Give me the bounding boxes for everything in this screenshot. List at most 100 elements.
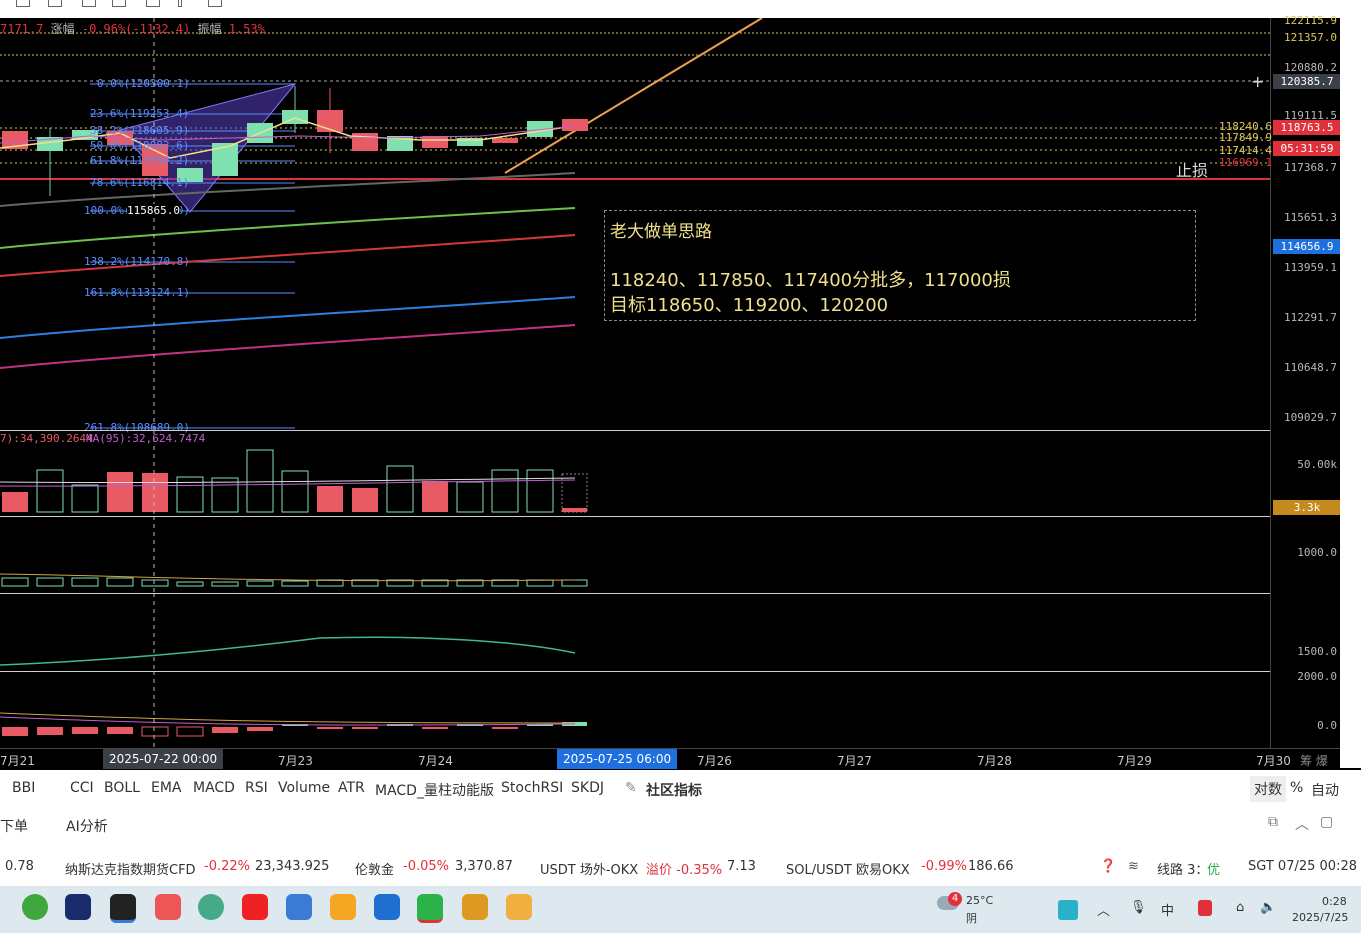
tab-volume[interactable]: Volume	[278, 780, 330, 796]
fib-label: 38.2%(118605.9)	[90, 124, 190, 137]
time-axis[interactable]: 7月21 2025-07-22 00:00 7月23 7月24 2025-07-…	[0, 748, 1340, 771]
order-bar: 下单 AI分析 ⧉ ︿ ▢	[0, 806, 1361, 847]
fib-label: 50.0%(118082.6)	[90, 139, 190, 152]
app-icon[interactable]	[155, 894, 181, 920]
tab-bbi[interactable]: BBI	[12, 780, 35, 796]
tab-macd[interactable]: MACD	[193, 780, 235, 796]
delete-icon[interactable]	[208, 0, 222, 7]
volume-icon[interactable]: 🔈	[1260, 900, 1276, 915]
tab-rsi[interactable]: RSI	[245, 780, 268, 796]
route-label[interactable]: 线路 3：	[1157, 859, 1208, 878]
date-label: 7月24	[418, 754, 453, 768]
app-icon[interactable]	[65, 894, 91, 920]
date-label: 7月28	[977, 754, 1012, 768]
network-icon[interactable]: ⌂	[1236, 900, 1244, 915]
chrome-icon[interactable]	[198, 894, 224, 920]
date-label: 7月26	[697, 754, 732, 768]
tray-app-icon[interactable]	[1058, 900, 1078, 920]
ticker-value: 3,370.87	[455, 859, 513, 874]
indicator-panel-3[interactable]	[0, 593, 1270, 671]
tab-community[interactable]: 社区指标	[646, 780, 702, 800]
clock-time[interactable]: 0:28	[1322, 895, 1347, 908]
log-scale-button[interactable]: 对数	[1250, 776, 1286, 802]
popout-icon[interactable]: ⧉	[1268, 814, 1278, 830]
tab-stochrsi[interactable]: StochRSI	[501, 780, 563, 796]
indicator-3-plot	[0, 593, 576, 671]
chevron-up-icon[interactable]: ︿	[1097, 900, 1110, 919]
volume-panel[interactable]: 7):34,390.2644 MA(95):32,624.7474	[0, 430, 1270, 516]
amplitude-value: 1.53%	[228, 22, 265, 36]
last-price-tag: 118763.5	[1273, 120, 1341, 135]
weather-badge: 4	[948, 892, 962, 906]
ai-analysis-tab[interactable]: AI分析	[66, 816, 108, 836]
indicator-panel-2[interactable]	[0, 516, 1270, 593]
auto-scale-button[interactable]: 自动	[1311, 780, 1339, 800]
tray-app-icon[interactable]	[1198, 900, 1212, 916]
top-toolbar	[0, 0, 1361, 18]
draw-tool-icon[interactable]	[48, 0, 62, 7]
tab-atr[interactable]: ATR	[338, 780, 365, 796]
edge-icon[interactable]	[22, 894, 48, 920]
tab-boll[interactable]: BOLL	[104, 780, 140, 796]
app-icon[interactable]	[286, 894, 312, 920]
ticker-value: 0.78	[5, 859, 34, 874]
amplitude-label: 振幅	[197, 22, 222, 36]
edit-icon[interactable]: ✎	[625, 780, 637, 796]
note-line-targets: 目标118650、119200、120200	[610, 295, 889, 316]
volume-ma95-label: MA(95):32,624.7474	[86, 432, 206, 445]
ticker-bar: 0.78 纳斯达克指数期货CFD -0.22% 23,343.925 伦敦金 -…	[0, 846, 1361, 887]
fib-label: 138.2%(114170.8)	[84, 255, 190, 268]
axis-tick: 2000.0	[1297, 670, 1337, 683]
tab-ema[interactable]: EMA	[151, 780, 182, 796]
draw-tool-icon[interactable]	[16, 0, 30, 7]
ma-price-tag: 114656.9	[1273, 239, 1341, 254]
indicator-tabs: BBI CCI BOLL EMA MACD RSI Volume ATR MAC…	[0, 770, 1361, 807]
tab-cci[interactable]: CCI	[70, 780, 94, 796]
ticker-change: -0.22%	[204, 859, 250, 874]
axis-tick: 120880.2	[1284, 61, 1337, 74]
help-icon[interactable]: ❓	[1100, 859, 1116, 874]
chips-icons[interactable]: 筹 爆	[1300, 752, 1328, 769]
ime-indicator[interactable]: 中	[1161, 900, 1174, 919]
add-alert-icon[interactable]: +	[1251, 74, 1267, 90]
link-icon[interactable]	[146, 0, 160, 7]
candlestick-chart[interactable]: 7171.7 涨幅 -0.96%(-1132.4) 振幅 1.53% 0.0%(…	[0, 18, 1270, 434]
fib-label: 23.6%(119253.4)	[90, 107, 190, 120]
wechat-icon[interactable]	[417, 894, 443, 923]
axis-tick: 115651.3	[1284, 211, 1337, 224]
draw-tool-icon[interactable]	[82, 0, 96, 7]
status-clock: SGT 07/25 00:28	[1248, 859, 1357, 874]
date-label: 7月27	[837, 754, 872, 768]
ticker-name[interactable]: USDT 场外-OKX	[540, 859, 638, 878]
stop-level-tag: 116969.1	[1219, 156, 1272, 169]
mic-icon[interactable]: 🎙	[1130, 900, 1147, 915]
app-icon[interactable]	[330, 894, 356, 920]
ticker-name[interactable]: SOL/USDT 欧易OKX	[786, 859, 910, 878]
tab-macd-volume[interactable]: MACD_量柱动能版	[375, 780, 494, 800]
maximize-icon[interactable]: ▢	[1320, 814, 1333, 830]
crosshair-price-tag: 120385.7	[1273, 74, 1341, 89]
app-icon[interactable]	[506, 894, 532, 920]
chevron-up-icon[interactable]: ︿	[1295, 814, 1309, 834]
price-axis[interactable]: 122115.9 121357.0 120880.2 120385.7 1191…	[1219, 14, 1341, 748]
wps-icon[interactable]	[462, 894, 488, 920]
axis-tick: 0.0	[1317, 719, 1337, 732]
edit-icon[interactable]	[112, 0, 126, 7]
axis-tick: 113959.1	[1284, 261, 1337, 274]
tab-skdj[interactable]: SKDJ	[571, 780, 604, 796]
app-icon[interactable]	[242, 894, 268, 920]
ticker-name[interactable]: 纳斯达克指数期货CFD	[65, 859, 196, 878]
axis-tick: 109029.7	[1284, 411, 1337, 424]
ticker-value: 186.66	[968, 859, 1014, 874]
app-icon[interactable]	[374, 894, 400, 920]
order-tab[interactable]: 下单	[0, 816, 28, 836]
app-icon[interactable]	[110, 894, 136, 923]
volume-current-tag: 3.3k	[1273, 500, 1341, 515]
ticker-name[interactable]: 伦敦金	[355, 859, 394, 878]
trade-note[interactable]: 老大做单思路 118240、117850、117400分批多，117000损 目…	[604, 210, 1196, 321]
percent-button[interactable]: %	[1290, 780, 1303, 796]
ticker-value: 7.13	[727, 859, 756, 874]
axis-tick: 121357.0	[1284, 31, 1337, 44]
indicator-panel-4[interactable]	[0, 671, 1270, 748]
clock-date[interactable]: 2025/7/25	[1292, 911, 1348, 924]
